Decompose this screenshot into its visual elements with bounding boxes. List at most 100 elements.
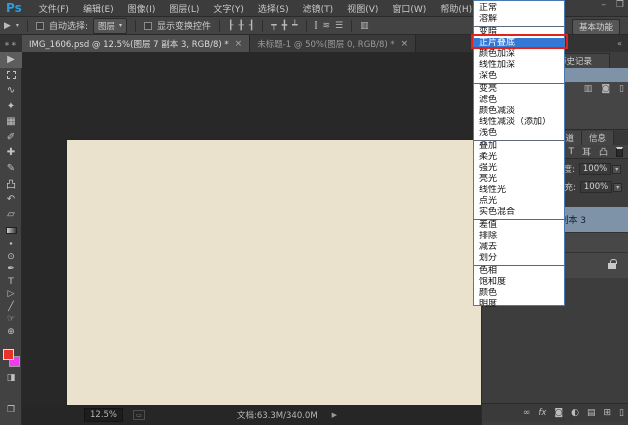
new-group-folder-icon[interactable]: ▤ xyxy=(587,408,596,418)
clone-stamp-tool[interactable]: 凸 xyxy=(0,176,22,192)
auto-select-checkbox[interactable] xyxy=(36,22,44,30)
fill-value-field[interactable]: 100% xyxy=(580,181,612,193)
menu-edit[interactable]: 编辑(E) xyxy=(76,2,121,15)
blend-mode-item[interactable]: 颜色 xyxy=(474,288,564,299)
zoom-level-field[interactable]: 12.5% xyxy=(84,408,123,422)
blend-mode-item[interactable]: 线性加深 xyxy=(474,60,564,71)
blend-mode-item[interactable]: 色相 xyxy=(474,266,564,277)
distribute-vertical-icon[interactable]: ⫿ xyxy=(315,21,318,31)
blend-mode-item[interactable]: 减去 xyxy=(474,242,564,253)
adjustment-layer-icon[interactable]: ◐ xyxy=(571,408,579,418)
marquee-tool[interactable] xyxy=(0,68,22,84)
menu-layer[interactable]: 图层(L) xyxy=(162,2,206,15)
panel-collapse-icon[interactable]: « xyxy=(617,39,622,48)
blend-mode-item[interactable]: 饱和度 xyxy=(474,277,564,288)
move-tool[interactable]: ▶ xyxy=(0,52,22,68)
workspace-button[interactable]: 基本功能 xyxy=(572,19,620,35)
menu-type[interactable]: 文字(Y) xyxy=(206,2,251,15)
new-document-from-state-icon[interactable]: ▥ xyxy=(584,84,593,94)
blend-mode-item[interactable]: 强光 xyxy=(474,163,564,174)
document-tab-active[interactable]: IMG_1606.psd @ 12.5%(图层 7 副本 3, RGB/8) *… xyxy=(22,35,250,52)
auto-align-layers-icon[interactable]: ▥ xyxy=(360,21,369,31)
blend-mode-item[interactable]: 滤色 xyxy=(474,95,564,106)
camera-snapshot-icon[interactable]: ◙ xyxy=(601,84,610,94)
blend-mode-item[interactable]: 线性光 xyxy=(474,185,564,196)
new-layer-icon[interactable]: ⊞ xyxy=(604,408,612,418)
history-brush-tool[interactable]: ↶ xyxy=(0,192,22,208)
blend-mode-item[interactable]: 柔光 xyxy=(474,152,564,163)
auto-select-dropdown[interactable]: 图层 ▾ xyxy=(93,18,127,34)
quick-mask-button[interactable]: ◨ xyxy=(0,372,22,385)
canvas-image[interactable] xyxy=(67,140,490,423)
close-icon[interactable]: × xyxy=(401,39,409,49)
blend-mode-item[interactable]: 叠加 xyxy=(474,141,564,152)
filter-smart-object-icon[interactable]: 凸 xyxy=(599,145,608,158)
blend-mode-item[interactable]: 点光 xyxy=(474,196,564,207)
type-tool[interactable]: T xyxy=(0,276,22,289)
quick-selection-tool[interactable]: ✦ xyxy=(0,99,22,115)
restore-button[interactable]: ❐ xyxy=(616,0,624,10)
layer-style-fx-icon[interactable]: fx xyxy=(538,408,546,418)
pen-tool[interactable]: ✒ xyxy=(0,263,22,276)
screen-mode-button[interactable]: ❐ xyxy=(0,404,22,417)
healing-brush-tool[interactable]: ✚ xyxy=(0,145,22,161)
lasso-tool[interactable]: ∿ xyxy=(0,83,22,99)
opacity-value-field[interactable]: 100% xyxy=(579,163,611,175)
document-tab-inactive[interactable]: 未标题-1 @ 50%(图层 0, RGB/8) * × xyxy=(250,35,416,52)
close-icon[interactable]: × xyxy=(235,39,243,49)
blend-mode-item[interactable]: 线性减淡（添加） xyxy=(474,117,564,128)
line-tool[interactable]: ╱ xyxy=(0,301,22,314)
eyedropper-tool[interactable]: ✐ xyxy=(0,130,22,146)
zoom-tool[interactable]: ⊕ xyxy=(0,326,22,339)
align-horizontal-centers-icon[interactable]: ╂ xyxy=(238,21,243,31)
blend-mode-item[interactable]: 浅色 xyxy=(474,128,564,139)
blur-tool[interactable]: ⬩ xyxy=(0,238,22,251)
menu-filter[interactable]: 滤镜(T) xyxy=(296,2,341,15)
foreground-color-swatch[interactable] xyxy=(3,349,14,360)
blend-mode-item[interactable]: 溶解 xyxy=(474,14,564,25)
align-top-edges-icon[interactable]: ┯ xyxy=(271,21,276,31)
distribute-horizontal-icon[interactable]: ☰ xyxy=(335,21,343,31)
show-transform-checkbox[interactable] xyxy=(144,22,152,30)
menu-select[interactable]: 选择(S) xyxy=(251,2,296,15)
blend-mode-item[interactable]: 正常 xyxy=(474,3,564,14)
menu-view[interactable]: 视图(V) xyxy=(340,2,385,15)
filter-toggle-switch[interactable] xyxy=(616,147,623,157)
blend-mode-item[interactable]: 排除 xyxy=(474,231,564,242)
move-tool-preset-icon[interactable]: ▶ xyxy=(4,21,11,31)
menu-image[interactable]: 图像(I) xyxy=(121,2,163,15)
align-bottom-edges-icon[interactable]: ┷ xyxy=(292,21,297,31)
fill-dropdown-arrow-icon[interactable]: ▾ xyxy=(613,183,622,192)
blend-mode-item[interactable]: 差值 xyxy=(474,220,564,231)
path-selection-tool[interactable]: ▷ xyxy=(0,288,22,301)
blend-mode-item[interactable]: 明度 xyxy=(474,299,564,310)
crop-tool[interactable]: ▦ xyxy=(0,114,22,130)
blend-mode-item[interactable]: 变亮 xyxy=(474,84,564,95)
tab-info[interactable]: 信息 xyxy=(582,131,614,145)
status-expand-arrow-icon[interactable]: ▶ xyxy=(332,411,337,419)
dodge-tool[interactable]: ⊙ xyxy=(0,251,22,264)
layer-mask-icon[interactable]: ◙ xyxy=(554,408,563,418)
eraser-tool[interactable]: ▱ xyxy=(0,207,22,223)
gradient-tool[interactable] xyxy=(0,223,22,239)
minimize-button[interactable]: – xyxy=(601,0,606,10)
tool-preset-arrow-icon[interactable]: ▾ xyxy=(16,22,19,29)
align-left-edges-icon[interactable]: ┠ xyxy=(228,21,233,31)
brush-tool[interactable]: ✎ xyxy=(0,161,22,177)
distribute-centers-icon[interactable]: ≋ xyxy=(322,21,330,31)
menu-window[interactable]: 窗口(W) xyxy=(385,2,433,15)
blend-mode-item[interactable]: 颜色减淡 xyxy=(474,106,564,117)
blend-mode-item[interactable]: 深色 xyxy=(474,71,564,82)
align-vertical-centers-icon[interactable]: ╋ xyxy=(282,21,287,31)
trash-icon[interactable]: ▯ xyxy=(619,84,624,94)
delete-layer-trash-icon[interactable]: ▯ xyxy=(619,408,624,418)
filter-type-icon[interactable]: T xyxy=(568,147,574,157)
hand-tool[interactable]: ☞ xyxy=(0,313,22,326)
align-right-edges-icon[interactable]: ┨ xyxy=(249,21,254,31)
link-layers-icon[interactable]: ∞ xyxy=(523,408,531,418)
opacity-dropdown-arrow-icon[interactable]: ▾ xyxy=(612,165,621,174)
toolbar-collapse-icon[interactable]: ∗∗ xyxy=(0,40,22,52)
blend-mode-item[interactable]: 亮光 xyxy=(474,174,564,185)
blend-mode-item[interactable]: 划分 xyxy=(474,253,564,264)
filter-shape-icon[interactable]: 耳 xyxy=(582,145,591,158)
